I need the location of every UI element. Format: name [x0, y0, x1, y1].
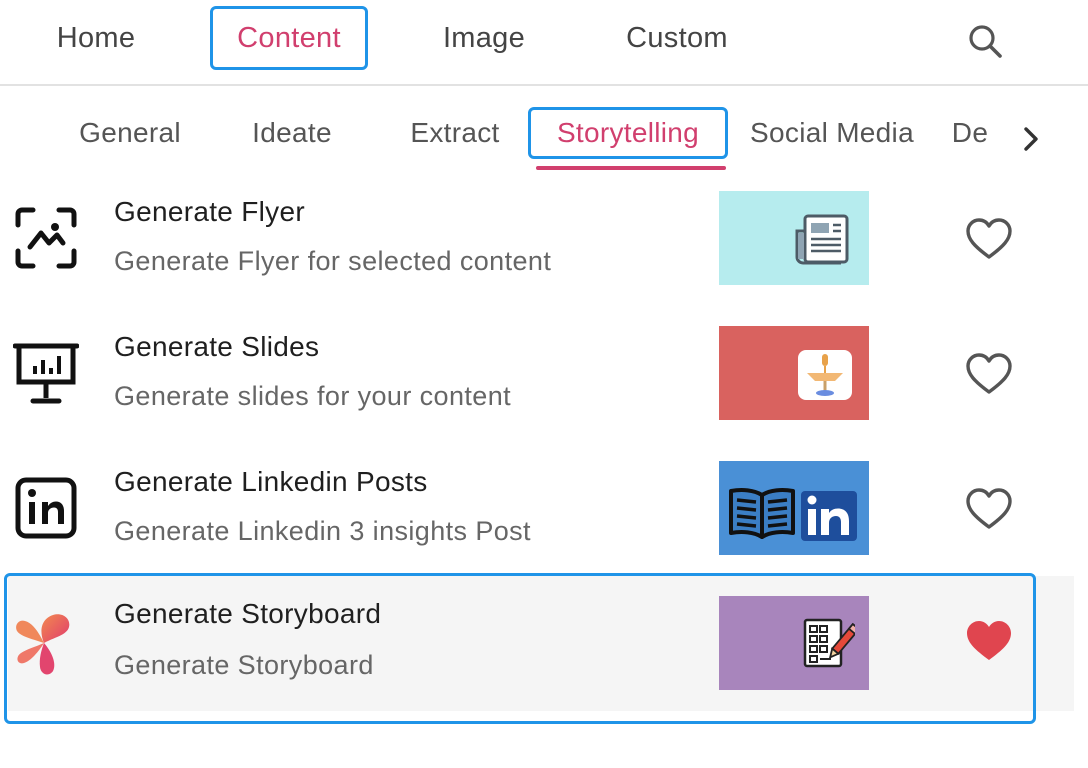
heart-outline-icon[interactable] [964, 216, 1014, 262]
list-item-generate-slides[interactable]: Generate Slides Generate slides for your… [0, 311, 1088, 446]
presentation-chart-icon [8, 335, 84, 411]
item-title: Generate Slides [114, 331, 320, 362]
tab-custom[interactable]: Custom [604, 6, 750, 70]
selected-row-outline [4, 573, 1036, 724]
subtab-general[interactable]: General [62, 107, 198, 159]
heart-filled-icon[interactable] [964, 618, 1014, 664]
newspaper-icon [795, 214, 849, 265]
item-description: Generate slides for your content [114, 381, 512, 411]
storyboard-logo-icon [8, 604, 84, 680]
list-item-generate-flyer[interactable]: Generate Flyer Generate Flyer for select… [0, 176, 1088, 311]
category-tabs: General Ideate Extract Storytelling Soci… [0, 104, 1088, 174]
search-icon[interactable] [966, 22, 1004, 60]
item-description: Generate Linkedin 3 insights Post [114, 516, 531, 546]
list-item-generate-storyboard[interactable]: Generate Storyboard Generate Storyboard [0, 573, 1088, 724]
chevron-right-icon[interactable] [1016, 124, 1046, 154]
checklist-pencil-icon [803, 618, 855, 668]
subtab-truncated[interactable]: De [946, 107, 994, 159]
active-tab-underline [536, 166, 726, 170]
heart-outline-icon[interactable] [964, 351, 1014, 397]
subtab-ideate[interactable]: Ideate [236, 107, 348, 159]
item-title: Generate Linkedin Posts [114, 466, 428, 497]
top-navigation: Home Content Image Custom [0, 0, 1088, 86]
item-thumbnail [719, 326, 869, 420]
keynote-podium-icon [798, 350, 852, 400]
item-thumbnail [719, 191, 869, 285]
item-thumbnail [719, 461, 869, 555]
heart-outline-icon[interactable] [964, 486, 1014, 532]
linkedin-icon [8, 470, 84, 546]
list-item-generate-linkedin-posts[interactable]: Generate Linkedin Posts Generate Linkedi… [0, 446, 1088, 581]
scan-image-icon [8, 200, 84, 276]
tab-image[interactable]: Image [424, 6, 544, 70]
subtab-storytelling[interactable]: Storytelling [528, 107, 728, 159]
item-description: Generate Flyer for selected content [114, 246, 552, 276]
item-title: Generate Storyboard [114, 598, 382, 629]
subtab-social-media[interactable]: Social Media [736, 107, 928, 159]
tab-home[interactable]: Home [40, 6, 152, 70]
subtab-extract[interactable]: Extract [394, 107, 516, 159]
item-thumbnail [719, 596, 869, 690]
open-book-icon [729, 488, 795, 539]
tab-content[interactable]: Content [210, 6, 368, 70]
item-title: Generate Flyer [114, 196, 305, 227]
linkedin-logo-icon [801, 491, 857, 541]
item-description: Generate Storyboard [114, 650, 374, 680]
